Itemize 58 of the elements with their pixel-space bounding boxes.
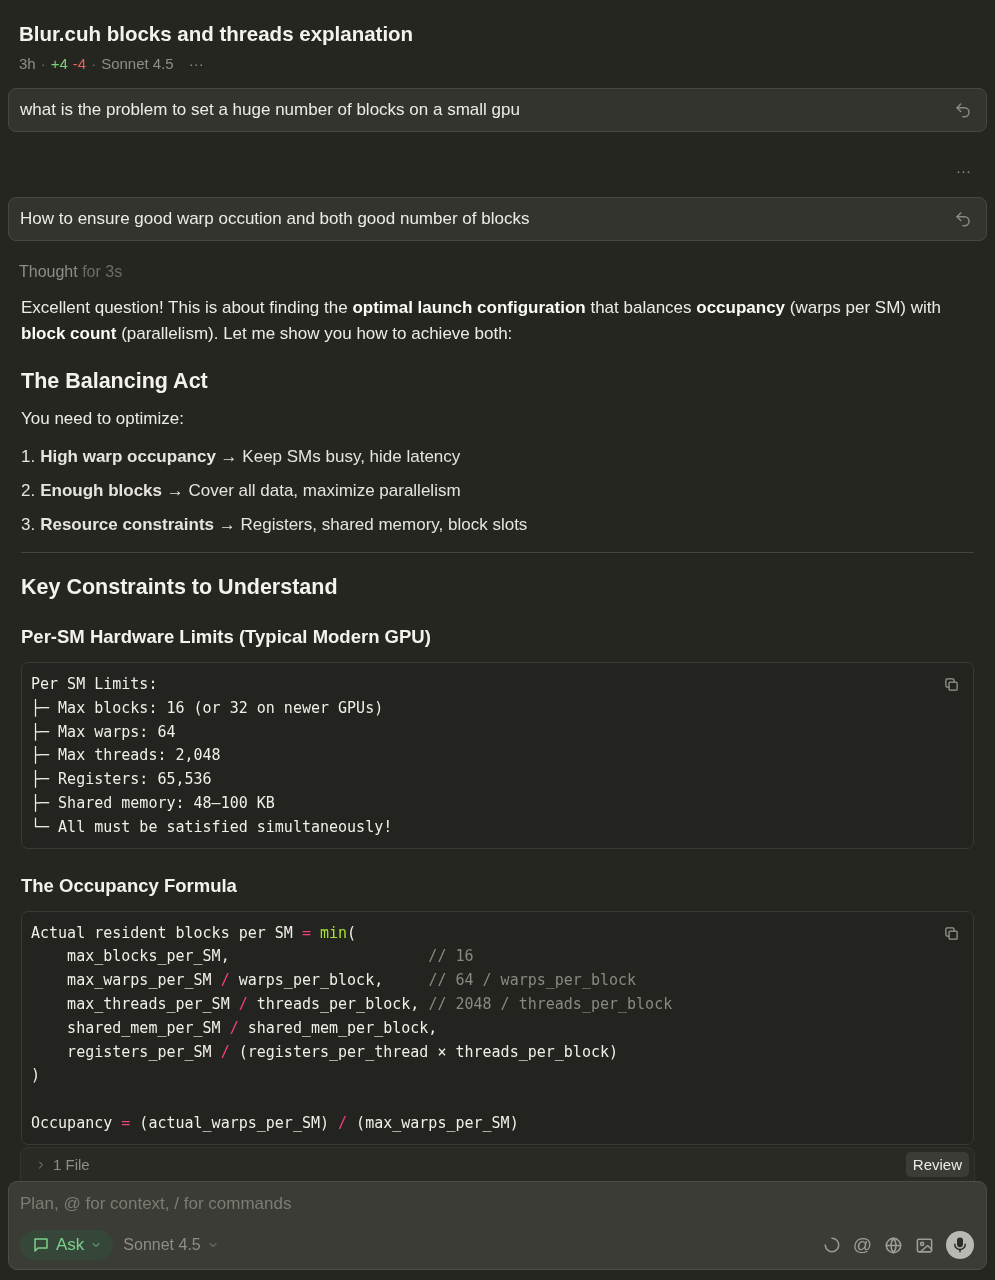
list-number: 3. xyxy=(21,514,36,536)
code-line: max_blocks_per_SM, // 16 xyxy=(66,947,474,966)
prompt-text: How to ensure good warp occution and both good number of blocks xyxy=(20,209,530,229)
code-line: max_threads_per_SM / threads_per_block, // 2048 / threads_per_block xyxy=(66,994,673,1013)
user-prompt-card[interactable]: what is the problem to set a huge number of blocks on a small gpu xyxy=(8,88,987,132)
code-line: ├─ Max blocks: 16 (or 32 on newer GPUs) xyxy=(31,698,384,717)
undo-icon[interactable] xyxy=(954,101,972,119)
code-line: Per SM Limits: xyxy=(31,675,158,693)
code-line: shared_mem_per_SM / shared_mem_per_block, xyxy=(66,1018,438,1037)
code-line: Actual resident blocks per SM = min( xyxy=(31,923,357,942)
chat-bubble-icon xyxy=(32,1236,50,1254)
globe-icon[interactable] xyxy=(884,1235,903,1255)
separator-dot: · xyxy=(91,55,97,72)
code-line: ) xyxy=(31,1066,41,1085)
code-line: ├─ Max threads: 2,048 xyxy=(31,746,221,765)
microphone-button[interactable] xyxy=(946,1231,974,1259)
code-line: ├─ Shared memory: 48–100 KB xyxy=(31,794,275,812)
code-line: Occupancy = (actual_warps_per_SM) / (max_warps_per_SM) xyxy=(31,1113,519,1132)
copy-icon[interactable] xyxy=(944,925,959,941)
code-line: ├─ Max warps: 64 xyxy=(31,722,176,741)
added-lines-count: +4 xyxy=(50,55,68,72)
subsection-heading: Per-SM Hardware Limits (Typical Modern GPU) xyxy=(21,626,432,648)
list-item-text: High warp occupancy → Keep SMs busy, hide latency xyxy=(40,446,461,468)
more-button[interactable]: ··· xyxy=(188,55,204,72)
model-dropdown[interactable]: Sonnet 4.5 xyxy=(123,1236,219,1254)
code-line: max_warps_per_SM / warps_per_block, // 64 / warps_per_block xyxy=(66,971,637,990)
thought-label[interactable]: Thought xyxy=(19,263,78,280)
age-label: 3h xyxy=(19,55,36,72)
model-label: Sonnet 4.5 xyxy=(101,55,174,72)
microphone-icon xyxy=(951,1236,969,1254)
list-item-text: Resource constraints → Registers, shared memory, block slots xyxy=(40,514,528,536)
conversation-title: Blur.cuh blocks and threads explanation xyxy=(19,22,415,46)
files-count[interactable]: 1 File xyxy=(53,1156,90,1173)
code-line: registers_per_SM / (registers_per_thread × threads_per_block) xyxy=(66,1042,618,1061)
answer-paragraph: You need to optimize: xyxy=(21,408,185,430)
image-icon[interactable] xyxy=(915,1235,934,1255)
spinner-icon xyxy=(822,1236,841,1254)
chat-input-field[interactable]: Plan, @ for context, / for commands Ask Sonnet 4.5 @ xyxy=(8,1181,987,1270)
subsection-heading: The Occupancy Formula xyxy=(21,874,238,897)
mention-button[interactable]: @ xyxy=(852,1234,872,1256)
list-number: 1. xyxy=(21,446,36,468)
code-line: ├─ Registers: 65,536 xyxy=(31,770,212,789)
list-number: 2. xyxy=(21,480,36,502)
more-button[interactable]: ··· xyxy=(956,162,971,179)
list-item-text: Enough blocks → Cover all data, maximize parallelism xyxy=(40,480,461,502)
user-prompt-card[interactable]: How to ensure good warp occution and both good number of blocks xyxy=(8,197,987,241)
undo-icon[interactable] xyxy=(954,210,972,228)
mode-dropdown[interactable]: Ask xyxy=(20,1230,114,1260)
review-button[interactable]: Review xyxy=(905,1152,969,1177)
copy-icon[interactable] xyxy=(944,677,959,692)
thought-duration: for 3s xyxy=(82,263,123,280)
removed-lines-count: -4 xyxy=(72,55,87,72)
section-heading: The Balancing Act xyxy=(21,369,209,394)
answer-paragraph: Excellent question! This is about finding the optimal launch configuration that balances occupancy (warps per SM) with block count (parallelism). Let me show you how to achieve both: xyxy=(21,297,942,345)
separator-dot: · xyxy=(40,55,46,72)
prompt-text: what is the problem to set a huge number of blocks on a small gpu xyxy=(20,100,520,120)
section-heading: Key Constraints to Understand xyxy=(21,575,339,600)
code-line: └─ All must be satisfied simultaneously! xyxy=(31,817,393,836)
